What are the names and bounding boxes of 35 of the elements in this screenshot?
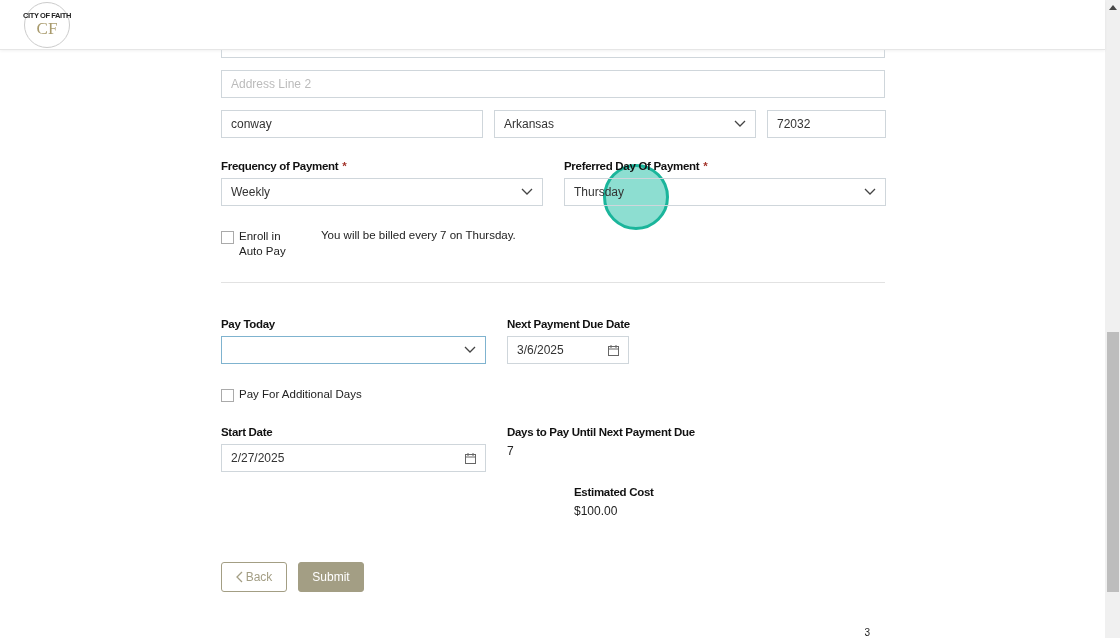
days-value: 7 bbox=[507, 444, 515, 458]
billing-note: You will be billed every 7 on Thursday. bbox=[321, 229, 516, 243]
chevron-down-icon bbox=[734, 120, 746, 128]
logo-initials: CF bbox=[36, 19, 58, 38]
required-mark: * bbox=[342, 160, 347, 172]
date-field[interactable]: 2/27/2025 bbox=[221, 444, 486, 472]
page-number: 3 bbox=[864, 627, 870, 638]
required-mark: * bbox=[703, 160, 708, 172]
scroll-up-icon bbox=[1108, 5, 1117, 10]
frequency-select[interactable]: Weekly bbox=[221, 178, 543, 206]
address-line-field[interactable] bbox=[221, 50, 885, 58]
zip-field[interactable]: 72032 bbox=[767, 110, 886, 138]
checkbox-label: Pay For Additional Days bbox=[239, 387, 362, 402]
field-label: Frequency of Payment bbox=[221, 160, 339, 172]
scrollbar[interactable] bbox=[1105, 0, 1120, 638]
date-field[interactable]: 3/6/2025 bbox=[507, 336, 629, 364]
cost-value: $100.00 bbox=[574, 504, 619, 518]
field-label: Estimated Cost bbox=[574, 486, 654, 498]
checkbox[interactable] bbox=[221, 231, 234, 244]
checkbox[interactable] bbox=[221, 389, 234, 402]
field-label: Start Date bbox=[221, 426, 273, 438]
field-label: Days to Pay Until Next Payment Due bbox=[507, 426, 695, 438]
checkbox-label: Enroll in Auto Pay bbox=[239, 229, 287, 259]
city-field[interactable]: conway bbox=[221, 110, 483, 138]
field-label: Pay Today bbox=[221, 318, 275, 330]
calendar-icon bbox=[465, 452, 476, 464]
pay-today-select[interactable] bbox=[221, 336, 486, 364]
chevron-down-icon bbox=[521, 188, 533, 196]
chevron-down-icon bbox=[864, 188, 876, 196]
scrollbar-thumb[interactable] bbox=[1106, 332, 1119, 592]
calendar-icon bbox=[608, 344, 619, 356]
chevron-left-icon bbox=[235, 571, 243, 583]
field-label: Next Payment Due Date bbox=[507, 318, 630, 330]
state-select[interactable]: Arkansas bbox=[494, 110, 756, 138]
chevron-down-icon bbox=[464, 346, 476, 354]
